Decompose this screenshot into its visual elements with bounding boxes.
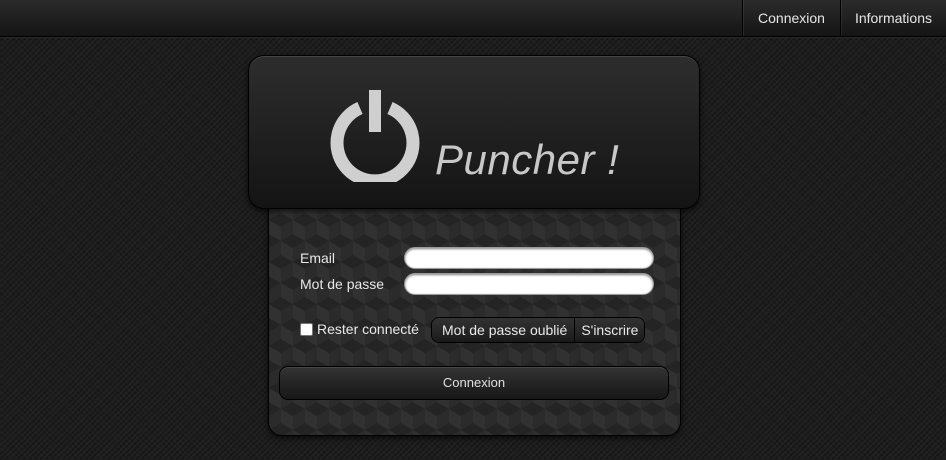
top-navbar: Connexion Informations bbox=[0, 0, 946, 37]
login-form: Email Mot de passe Rester connecté Mot d… bbox=[268, 198, 681, 436]
power-icon bbox=[330, 90, 420, 182]
nav-connexion-link[interactable]: Connexion bbox=[742, 0, 840, 36]
nav-informations-link[interactable]: Informations bbox=[839, 0, 946, 36]
remember-label: Rester connecté bbox=[317, 321, 419, 337]
password-field[interactable] bbox=[404, 273, 654, 295]
email-label: Email bbox=[300, 250, 336, 266]
remember-checkbox[interactable] bbox=[300, 322, 313, 336]
login-submit-button[interactable]: Connexion bbox=[279, 366, 669, 400]
forgot-password-button[interactable]: Mot de passe oublié bbox=[432, 318, 575, 342]
nav-menu: Connexion Informations bbox=[742, 0, 946, 36]
signup-button[interactable]: S'inscrire bbox=[574, 318, 645, 342]
email-field[interactable] bbox=[404, 247, 654, 269]
app-title: Puncher ! bbox=[435, 136, 620, 183]
logo-header: Puncher ! bbox=[248, 55, 700, 209]
account-links-group: Mot de passe oublié S'inscrire bbox=[431, 317, 646, 343]
password-label: Mot de passe bbox=[300, 276, 385, 292]
remember-me: Rester connecté bbox=[300, 321, 419, 337]
